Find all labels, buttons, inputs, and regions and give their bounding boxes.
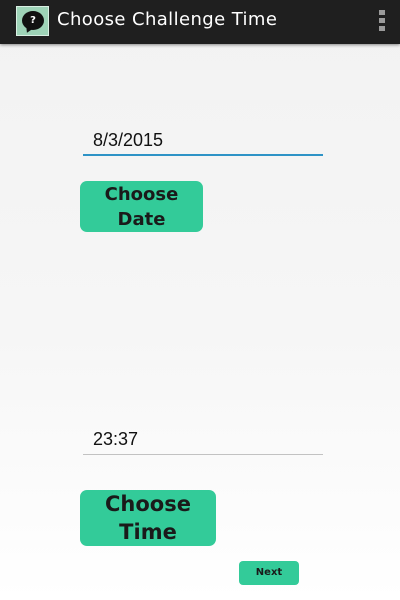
menu-dot: [379, 18, 385, 23]
page-title: Choose Challenge Time: [57, 9, 278, 30]
app-icon[interactable]: ?: [16, 6, 49, 36]
next-button[interactable]: Next: [239, 561, 299, 585]
choose-time-button[interactable]: Choose Time: [80, 490, 216, 546]
menu-dot: [379, 10, 385, 15]
date-field[interactable]: [83, 126, 323, 156]
choose-date-button[interactable]: Choose Date: [80, 181, 203, 232]
menu-dot: [379, 26, 385, 31]
overflow-menu-icon[interactable]: [372, 8, 392, 36]
time-field[interactable]: [83, 425, 323, 455]
question-bubble-icon: ?: [22, 11, 44, 30]
action-bar: ? Choose Challenge Time: [0, 0, 400, 44]
